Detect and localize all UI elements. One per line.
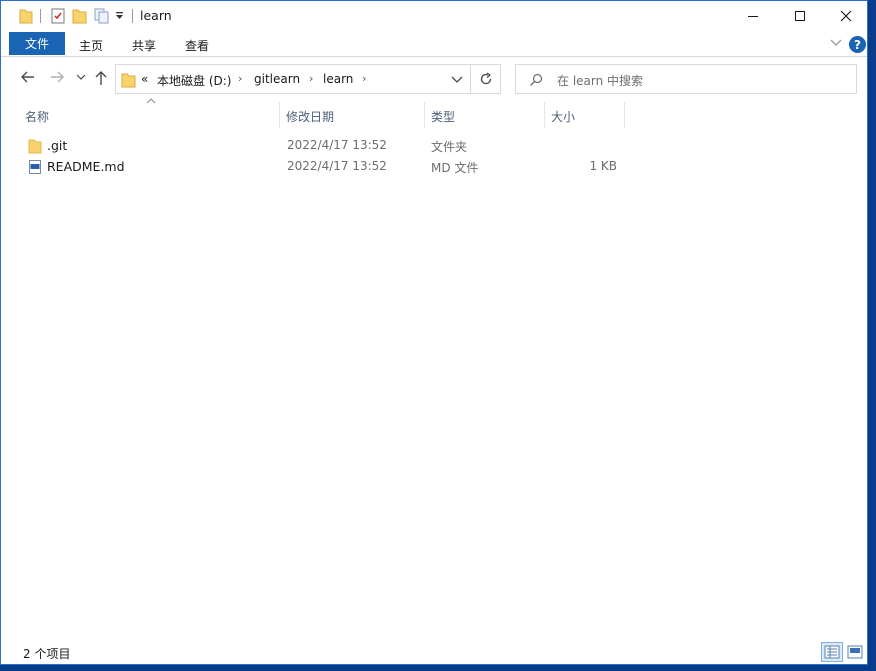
column-header-modified[interactable]: 修改日期 xyxy=(280,102,424,128)
column-header-type[interactable]: 类型 xyxy=(425,102,544,128)
search-input[interactable]: 在 learn 中搜索 xyxy=(557,72,643,89)
breadcrumb-separator[interactable]: › xyxy=(309,72,313,85)
title-bar: learn xyxy=(1,1,867,31)
close-button[interactable] xyxy=(823,1,867,31)
column-header-label: 类型 xyxy=(431,110,456,124)
column-divider[interactable] xyxy=(624,102,625,128)
copy-icon[interactable] xyxy=(94,8,110,24)
folder-icon xyxy=(19,9,33,24)
forward-arrow-icon[interactable] xyxy=(49,70,65,84)
properties-icon[interactable] xyxy=(50,8,66,24)
close-icon xyxy=(840,10,852,22)
expand-ribbon-chevron-icon[interactable] xyxy=(830,38,842,48)
status-bar: 2 个项目 xyxy=(1,641,867,664)
refresh-icon xyxy=(480,72,491,85)
breadcrumb-separator[interactable]: › xyxy=(238,72,242,85)
window-title: learn xyxy=(140,8,172,23)
explorer-window: learn 文件 主页 共享 查看 ? « 本地磁盘 (D:) › gitlea… xyxy=(0,0,868,665)
navigation-bar: « 本地磁盘 (D:) › gitlearn › learn › 在 learn… xyxy=(1,58,867,98)
details-view-icon xyxy=(824,645,840,659)
file-modified: 2022/4/17 13:52 xyxy=(287,138,387,152)
maximize-button[interactable] xyxy=(777,1,823,31)
tab-share[interactable]: 共享 xyxy=(132,37,156,54)
search-box[interactable]: 在 learn 中搜索 xyxy=(515,64,857,94)
address-dropdown-chevron-icon[interactable] xyxy=(451,75,463,85)
back-arrow-icon[interactable] xyxy=(20,70,36,84)
details-view-button[interactable] xyxy=(821,642,843,662)
folder-icon xyxy=(121,73,136,88)
address-bar[interactable]: « 本地磁盘 (D:) › gitlearn › learn › xyxy=(115,64,471,94)
tab-home[interactable]: 主页 xyxy=(79,37,103,54)
file-size: 1 KB xyxy=(589,159,617,173)
refresh-button[interactable] xyxy=(471,64,501,94)
file-modified: 2022/4/17 13:52 xyxy=(287,159,387,173)
breadcrumb-drive[interactable]: 本地磁盘 (D:) xyxy=(157,72,231,89)
file-type: MD 文件 xyxy=(431,161,479,175)
breadcrumb-overflow[interactable]: « xyxy=(141,72,148,86)
new-folder-icon[interactable] xyxy=(72,8,87,24)
large-icons-view-button[interactable] xyxy=(844,642,866,662)
help-icon[interactable]: ? xyxy=(849,36,866,53)
item-count: 2 个项目 xyxy=(23,647,71,661)
file-type: 文件夹 xyxy=(431,140,468,154)
file-row[interactable]: README.md 2022/4/17 13:52 MD 文件 1 KB xyxy=(21,156,625,177)
folder-icon xyxy=(28,139,42,154)
breadcrumb-separator[interactable]: › xyxy=(362,72,366,85)
breadcrumb-gitlearn[interactable]: gitlearn xyxy=(254,72,300,86)
tab-view[interactable]: 查看 xyxy=(185,37,209,54)
column-header-size[interactable]: 大小 xyxy=(545,102,624,128)
customize-toolbar-dropdown-icon[interactable] xyxy=(115,12,125,20)
maximize-icon xyxy=(795,11,805,21)
minimize-icon xyxy=(748,16,758,17)
breadcrumb-learn[interactable]: learn xyxy=(323,72,353,86)
search-icon xyxy=(530,73,543,86)
column-header-label: 修改日期 xyxy=(286,110,335,124)
tab-file[interactable]: 文件 xyxy=(9,32,65,55)
toolbar-separator xyxy=(132,9,133,23)
large-icons-view-icon xyxy=(847,645,863,659)
md-file-icon xyxy=(29,160,41,174)
file-name: .git xyxy=(47,138,68,153)
ribbon-tabs: 文件 主页 共享 查看 ? xyxy=(1,31,867,57)
toolbar-separator xyxy=(40,9,41,23)
column-header-label: 大小 xyxy=(551,110,576,124)
file-name: README.md xyxy=(47,159,125,174)
file-row[interactable]: .git 2022/4/17 13:52 文件夹 xyxy=(21,135,625,156)
recent-locations-chevron-icon[interactable] xyxy=(76,74,86,82)
column-header-label: 名称 xyxy=(25,110,50,124)
up-arrow-icon[interactable] xyxy=(94,70,108,86)
column-header-name[interactable]: 名称 xyxy=(19,102,279,128)
minimize-button[interactable] xyxy=(730,1,776,31)
